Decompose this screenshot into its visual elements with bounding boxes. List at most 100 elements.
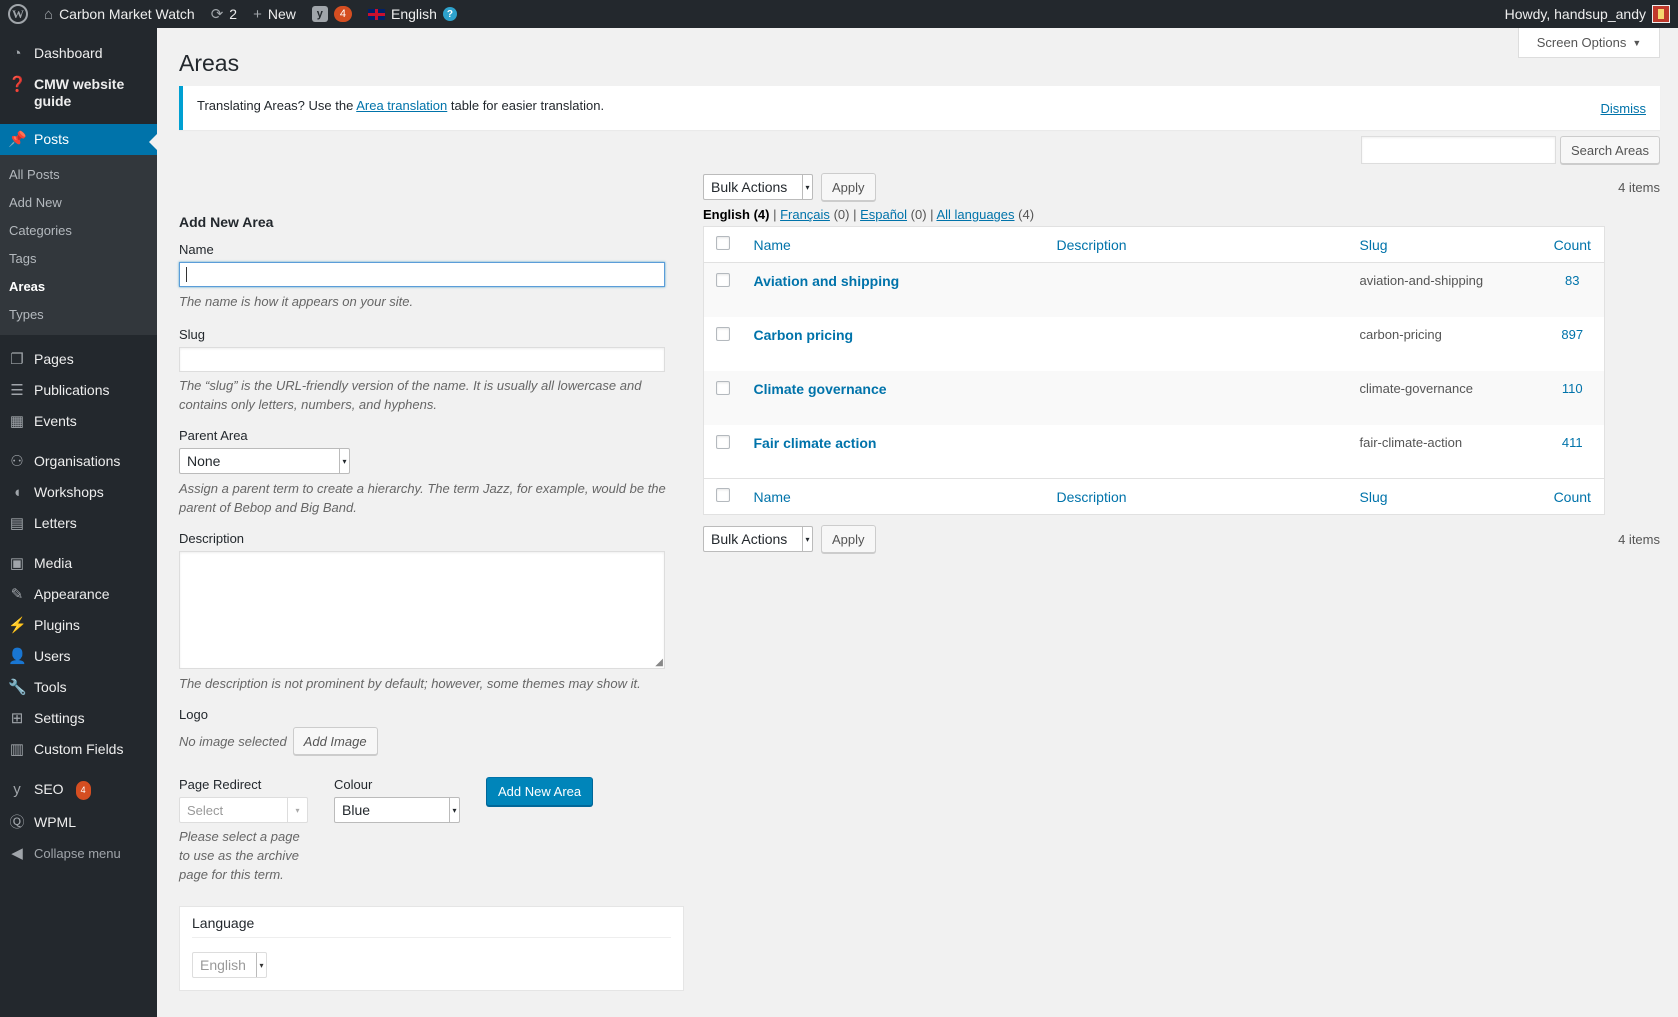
row-checkbox[interactable] [716,326,730,341]
language-label: English [390,6,437,22]
area-translation-link[interactable]: Area translation [356,98,447,113]
row-name[interactable]: Climate governance [746,371,1049,425]
seo-menu[interactable]: y4 [304,0,360,28]
col-count-footer[interactable]: Count [1540,478,1605,515]
wordpress-menu[interactable]: W [0,0,36,28]
bulk-actions-select-bottom[interactable]: Bulk Actions ▾ [703,526,813,552]
main-content: Screen Options ▼ Areas Translating Areas?… [157,28,1678,1017]
dismiss-link[interactable]: Dismiss [1601,101,1647,118]
new-content-link[interactable]: + New [245,0,304,28]
table-row: Fair climate action fair-climate-action … [704,425,1605,479]
add-image-button[interactable]: Add Image [292,727,378,755]
description-textarea[interactable]: ◢ [179,551,665,669]
site-name-link[interactable]: ⌂ Carbon Market Watch [36,0,203,28]
row-checkbox[interactable] [716,273,730,287]
col-description[interactable]: Description [1048,226,1352,263]
updates-link[interactable]: ⟳ 2 [203,0,245,28]
menu-tools[interactable]: 🔧 Tools [0,672,157,703]
select-all-checkbox-footer[interactable] [716,488,730,502]
submenu-all-posts[interactable]: All Posts [0,161,157,189]
menu-workshops[interactable]: ◖ Workshops [0,477,157,508]
colour-select[interactable]: Blue ▾ [334,797,460,823]
col-name[interactable]: Name [745,226,1049,263]
resize-handle-icon[interactable]: ◢ [655,657,663,668]
lang-french-link[interactable]: Français [780,207,830,222]
menu-label: CMW website guide [34,76,125,109]
language-select[interactable]: English ▾ [192,952,267,978]
menu-media[interactable]: ▣ Media [0,548,157,579]
menu-plugins[interactable]: ⚡ Plugins [0,610,157,641]
row-checkbox[interactable] [716,434,730,449]
search-input[interactable] [1360,136,1556,164]
col-description-footer[interactable]: Description [1048,478,1352,515]
menu-cmw-guide[interactable]: ❓ CMW website guide [0,69,157,117]
add-new-area-button[interactable]: Add New Area [486,777,594,806]
slug-input[interactable] [179,347,665,372]
submenu-types[interactable]: Types [0,301,157,329]
menu-users[interactable]: 👤 Users [0,641,157,672]
table-row: Aviation and shipping aviation-and-shipp… [703,262,1605,317]
refresh-icon: ⟳ [210,6,224,23]
col-slug-footer[interactable]: Slug [1351,478,1541,515]
colour-group: Colour Blue ▾ [334,777,460,884]
menu-pages[interactable]: ❐ Pages [0,344,157,375]
col-slug[interactable]: Slug [1351,226,1541,263]
name-description: The name is how it appears on your site. [179,294,414,309]
submenu-add-new[interactable]: Add New [0,189,157,217]
menu-letters[interactable]: ▤ Letters [0,508,157,539]
row-name[interactable]: Carbon pricing [746,317,1049,371]
row-count[interactable]: 411 [1541,425,1605,479]
account-menu[interactable]: Howdy, handsup_andy [1505,5,1678,23]
seo-badge: 4 [333,6,352,22]
apply-button-bottom[interactable]: Apply [821,525,876,553]
help-icon[interactable]: ? [442,7,457,21]
row-checkbox[interactable] [716,380,730,395]
menu-settings[interactable]: ⊞ Settings [0,703,157,734]
submenu-categories[interactable]: Categories [0,217,157,245]
row-name[interactable]: Fair climate action [746,425,1049,479]
menu-custom-fields[interactable]: ▥ Custom Fields [0,734,157,765]
notice-before: Translating Areas? Use the [197,98,357,113]
lang-french-count: (0) [833,207,850,222]
parent-area-select[interactable]: None ▾ [179,448,350,474]
row-count[interactable]: 897 [1541,317,1605,371]
submenu-areas[interactable]: Areas [0,273,157,301]
page-redirect-select[interactable]: Select ▾ [179,797,308,823]
bulk-actions-select[interactable]: Bulk Actions ▾ [703,174,813,200]
lang-all-link[interactable]: All languages [936,207,1014,222]
menu-events[interactable]: ▦ Events [0,406,157,437]
col-count[interactable]: Count [1540,226,1605,263]
apply-button[interactable]: Apply [821,173,876,201]
notice-after: table for easier translation. [447,98,605,113]
search-areas-button[interactable]: Search Areas [1559,136,1660,164]
lang-spanish-link[interactable]: Español [860,207,907,222]
new-label: New [267,6,296,22]
row-slug: carbon-pricing [1359,326,1442,342]
row-description [1049,317,1352,371]
slug-label: Slug [179,327,206,342]
row-count[interactable]: 83 [1541,263,1605,317]
collapse-menu-button[interactable]: ◀ Collapse menu [0,838,157,869]
lang-current[interactable]: English [703,207,750,222]
menu-posts[interactable]: 📌 Posts [0,124,157,155]
menu-appearance[interactable]: ✎ Appearance [0,579,157,610]
submenu-tags[interactable]: Tags [0,245,157,273]
language-switcher[interactable]: English? [360,0,465,28]
menu-seo[interactable]: y SEO 4 [0,774,157,807]
menu-label: WPML [34,814,76,830]
menu-dashboard[interactable]: ◔ Dashboard [0,38,157,69]
select-all-cell [703,226,746,263]
col-name-footer[interactable]: Name [745,478,1049,515]
row-name[interactable]: Aviation and shipping [746,263,1049,317]
row-checkbox-cell [704,371,746,425]
page-title: Areas [179,50,240,76]
bulk-actions-value: Bulk Actions [711,531,788,547]
home-icon: ⌂ [44,5,54,23]
menu-wpml[interactable]: Ⓠ WPML [0,807,157,838]
row-count[interactable]: 110 [1541,371,1605,425]
name-input[interactable] [179,262,665,287]
select-all-checkbox[interactable] [716,236,730,250]
menu-publications[interactable]: ☰ Publications [0,375,157,406]
screen-options-button[interactable]: Screen Options ▼ [1518,28,1660,58]
menu-organisations[interactable]: ⚇ Organisations [0,446,157,477]
